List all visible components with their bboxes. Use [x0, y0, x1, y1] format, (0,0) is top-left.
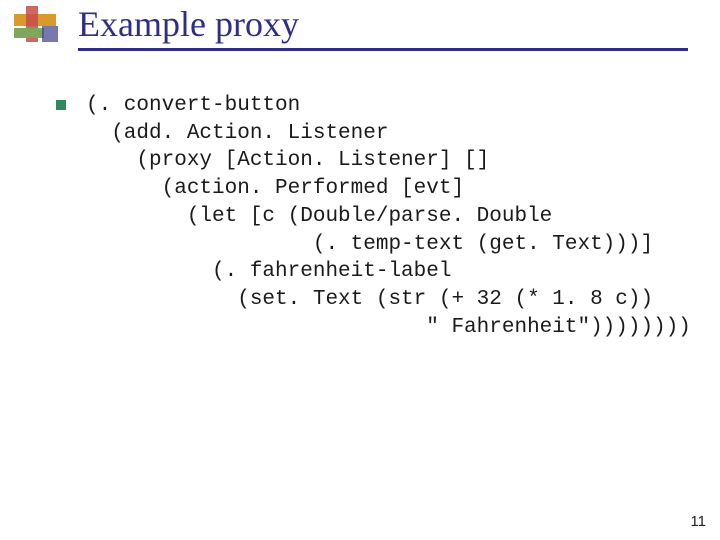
- slide-logo: [14, 6, 70, 48]
- slide-body: (. convert-button (add. Action. Listener…: [56, 92, 700, 341]
- code-line: (. convert-button: [86, 94, 300, 117]
- code-line: (let [c (Double/parse. Double: [86, 205, 552, 228]
- title-block: Example proxy: [78, 0, 700, 51]
- code-line: (add. Action. Listener: [86, 122, 388, 145]
- code-line: (set. Text (str (+ 32 (* 1. 8 c)): [86, 288, 653, 311]
- code-line: (proxy [Action. Listener] []: [86, 149, 489, 172]
- code-line: " Fahrenheit")))))))): [86, 316, 691, 339]
- slide-title: Example proxy: [78, 0, 700, 47]
- slide: Example proxy (. convert-button (add. Ac…: [0, 0, 720, 540]
- code-line: (. fahrenheit-label: [86, 260, 451, 283]
- code-line: (action. Performed [evt]: [86, 177, 464, 200]
- bullet-item: (. convert-button (add. Action. Listener…: [56, 92, 700, 341]
- bullet-icon: [56, 100, 66, 110]
- code-line: (. temp-text (get. Text)))]: [86, 233, 653, 256]
- page-number: 11: [690, 513, 706, 530]
- title-underline: [78, 48, 688, 51]
- code-block: (. convert-button (add. Action. Listener…: [86, 92, 691, 341]
